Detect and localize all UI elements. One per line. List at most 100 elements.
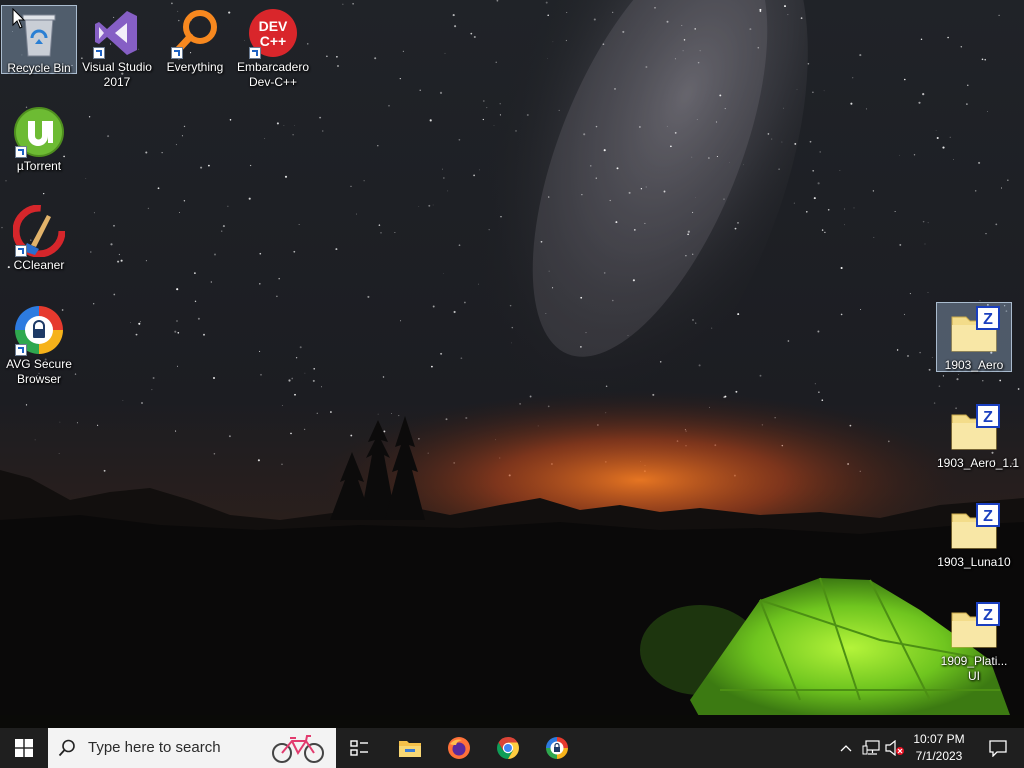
- task-view-button[interactable]: [336, 728, 384, 768]
- star: [565, 39, 568, 42]
- search-input[interactable]: [88, 728, 268, 768]
- desktop-icon-avg-browser[interactable]: AVG Secure Browser: [1, 302, 77, 389]
- star: [593, 18, 596, 21]
- desktop-icon-utorrent[interactable]: µTorrent: [1, 104, 77, 176]
- star: [113, 224, 115, 227]
- star: [609, 199, 611, 202]
- star: [590, 165, 592, 167]
- star: [443, 177, 445, 179]
- star: [25, 404, 28, 406]
- star: [558, 109, 560, 111]
- star: [633, 229, 636, 231]
- star: [827, 208, 830, 211]
- star: [545, 312, 547, 314]
- star: [1000, 187, 1003, 189]
- star: [735, 390, 738, 393]
- star: [444, 52, 446, 54]
- star: [374, 57, 377, 60]
- star: [899, 243, 902, 246]
- star: [807, 63, 810, 65]
- desktop-icon-dev-cpp[interactable]: DEV C++ Embarcadero Dev-C++: [235, 5, 311, 92]
- star: [281, 463, 283, 466]
- star: [545, 1, 548, 4]
- star: [872, 190, 875, 192]
- star: [179, 212, 180, 213]
- star: [97, 424, 99, 426]
- star: [674, 58, 676, 60]
- star: [674, 132, 677, 134]
- desktop-icon-1903-aero-1-1[interactable]: Z 1903_Aero_1.1: [936, 401, 1019, 473]
- star: [614, 88, 616, 90]
- desktop-icon-1903-aero[interactable]: Z 1903_Aero: [936, 302, 1012, 372]
- action-center-button[interactable]: [976, 728, 1020, 768]
- star: [312, 379, 315, 382]
- star: [458, 244, 461, 247]
- star: [821, 399, 824, 402]
- zip-badge: Z: [983, 409, 993, 426]
- desktop-icon-1903-luna10[interactable]: Z 1903_Luna10: [936, 500, 1012, 572]
- star: [782, 107, 784, 109]
- star: [454, 25, 457, 28]
- star: [687, 233, 689, 236]
- star: [319, 116, 322, 119]
- star: [749, 28, 752, 31]
- taskbar-search-box[interactable]: [48, 728, 336, 768]
- star: [515, 130, 517, 132]
- star: [210, 281, 212, 283]
- star: [698, 364, 701, 367]
- desktop-icon-visual-studio[interactable]: Visual Studio 2017: [79, 5, 155, 92]
- star: [552, 287, 554, 289]
- star: [666, 125, 668, 127]
- star: [107, 135, 110, 138]
- star: [757, 46, 760, 49]
- star: [337, 65, 339, 67]
- star: [259, 350, 261, 352]
- star: [639, 126, 641, 128]
- star: [453, 310, 456, 314]
- star: [938, 385, 941, 388]
- taskbar-clock[interactable]: 10:07 PM 7/1/2023: [906, 728, 972, 768]
- start-button[interactable]: [0, 728, 48, 768]
- star: [295, 357, 298, 359]
- desktop-icon-everything[interactable]: Everything: [157, 5, 233, 77]
- desktop-icon-label: Embarcadero Dev-C++: [236, 60, 310, 89]
- star: [817, 182, 820, 185]
- chevron-up-icon: [840, 745, 852, 752]
- star: [440, 352, 443, 355]
- star: [511, 326, 514, 329]
- star: [793, 202, 795, 204]
- network-button[interactable]: [860, 728, 882, 768]
- star: [377, 413, 379, 415]
- star: [628, 191, 631, 194]
- star: [290, 432, 292, 435]
- taskbar-chrome[interactable]: [484, 728, 532, 768]
- show-hidden-icons-button[interactable]: [836, 728, 856, 768]
- desktop-icon-ccleaner[interactable]: CCleaner: [1, 203, 77, 275]
- desktop-icon-1909-platinum-ui[interactable]: Z 1909_Plati... UI: [936, 599, 1012, 686]
- star: [984, 58, 986, 61]
- star: [380, 231, 382, 234]
- star: [924, 243, 926, 245]
- taskbar-file-explorer[interactable]: [386, 728, 434, 768]
- star: [117, 260, 120, 263]
- zip-badge: Z: [983, 311, 993, 328]
- star: [213, 377, 215, 379]
- taskbar-firefox[interactable]: [435, 728, 483, 768]
- star: [313, 368, 316, 370]
- star: [291, 377, 294, 380]
- star: [500, 216, 502, 218]
- star: [552, 41, 554, 43]
- taskbar-avg-browser[interactable]: [533, 728, 581, 768]
- star: [293, 124, 295, 126]
- zip-badge: Z: [983, 607, 993, 624]
- search-icon: [58, 739, 75, 757]
- star: [616, 167, 619, 170]
- star: [695, 197, 696, 198]
- volume-muted-icon: [885, 740, 904, 756]
- volume-button[interactable]: [884, 728, 906, 768]
- shortcut-arrow-icon: [93, 47, 105, 59]
- star: [464, 301, 466, 304]
- star: [548, 270, 550, 272]
- star: [931, 357, 933, 359]
- star: [632, 279, 635, 282]
